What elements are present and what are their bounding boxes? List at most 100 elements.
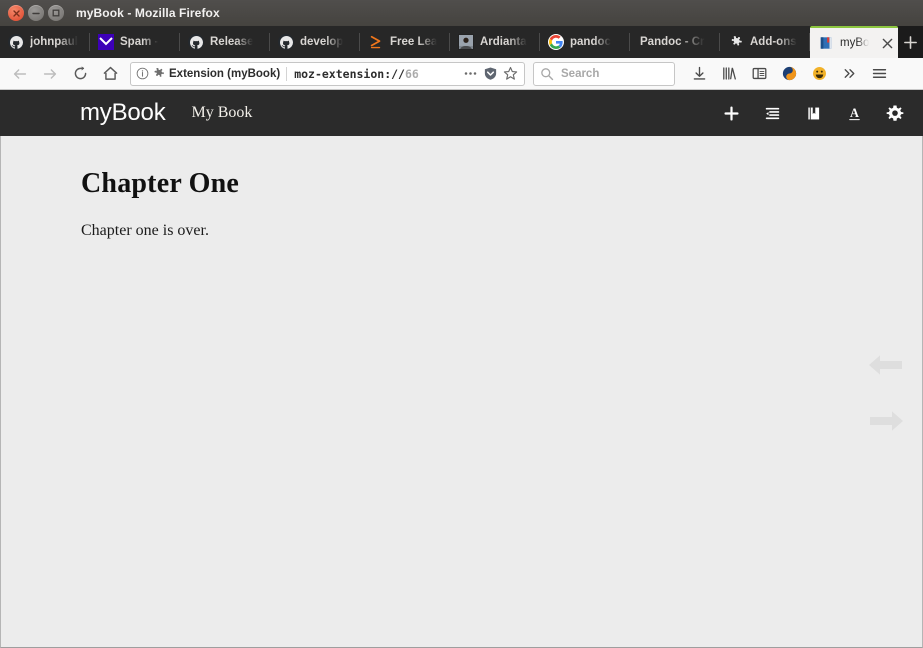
tab-develop[interactable]: develop: [270, 26, 360, 58]
book-save-icon: [805, 105, 822, 122]
search-icon: [540, 67, 554, 81]
url-bar[interactable]: Extension (myBook) moz-extension://66: [130, 62, 525, 86]
download-icon: [691, 65, 708, 82]
tab-label: pandoc: [570, 36, 611, 48]
account-button[interactable]: [805, 60, 833, 88]
contents-icon: [764, 105, 781, 122]
new-tab-button[interactable]: [898, 26, 923, 58]
github-icon: [8, 34, 24, 50]
chevron-double-right-icon: [841, 65, 858, 82]
tab-label: Release: [210, 36, 253, 48]
navigation-toolbar: Extension (myBook) moz-extension://66: [0, 58, 923, 90]
tab-strip: johnpaul Spam - Release develop: [0, 26, 923, 58]
reload-icon: [72, 65, 89, 82]
download-button[interactable]: [685, 60, 713, 88]
overflow-button[interactable]: [835, 60, 863, 88]
arrow-right-icon: [41, 65, 59, 83]
library-icon: [721, 65, 738, 82]
arrow-right-icon: [867, 406, 905, 436]
plus-icon: [723, 105, 740, 122]
tab-ardianta[interactable]: Ardianta: [450, 26, 540, 58]
tab-label: myBo: [840, 37, 869, 49]
book-content-area: Chapter One Chapter one is over.: [0, 136, 923, 648]
tab-pandoc-create[interactable]: Pandoc - Cr: [630, 26, 720, 58]
github-icon: [278, 34, 294, 50]
sidebar-icon: [751, 65, 768, 82]
app-header: myBook My Book: [0, 90, 923, 136]
tab-label: Spam -: [120, 36, 158, 48]
avatar-icon: [458, 34, 474, 50]
settings-button[interactable]: [885, 103, 905, 123]
pocket-button[interactable]: [775, 60, 803, 88]
close-tab-button[interactable]: [878, 34, 896, 52]
github-icon: [188, 34, 204, 50]
tab-spam[interactable]: Spam -: [90, 26, 180, 58]
tab-label: Pandoc - Cr: [640, 36, 705, 48]
shield-icon: [483, 66, 498, 81]
add-chapter-button[interactable]: [721, 103, 741, 123]
bookmark-button[interactable]: [500, 64, 520, 84]
sidebar-button[interactable]: [745, 60, 773, 88]
zeal-icon: [368, 34, 384, 50]
identity-label: Extension (myBook): [169, 68, 280, 80]
arrow-left-icon: [867, 350, 905, 380]
page-actions-button[interactable]: [460, 64, 480, 84]
tab-release[interactable]: Release: [180, 26, 270, 58]
minimize-icon: [32, 10, 40, 17]
tab-johnpaul[interactable]: johnpaul: [0, 26, 90, 58]
tab-label: Add-ons: [750, 36, 797, 48]
info-icon: [136, 67, 149, 80]
puzzle-icon: [728, 34, 744, 50]
tab-free-learning[interactable]: Free Lea: [360, 26, 450, 58]
previous-page-button[interactable]: [866, 348, 906, 382]
tab-add-ons[interactable]: Add-ons: [720, 26, 810, 58]
close-icon: [13, 10, 20, 17]
puzzle-icon: [152, 67, 166, 81]
home-icon: [102, 65, 119, 82]
close-window-button[interactable]: [8, 5, 24, 21]
pocket-icon: [781, 65, 798, 82]
menu-button[interactable]: [865, 60, 893, 88]
home-button[interactable]: [96, 60, 124, 88]
url-text: moz-extension://66: [294, 67, 460, 81]
svg-text:A: A: [850, 106, 859, 120]
tab-mybook[interactable]: myBo: [810, 26, 898, 58]
title-bar: myBook - Mozilla Firefox: [0, 0, 923, 26]
search-placeholder: Search: [561, 68, 599, 80]
identity-box[interactable]: Extension (myBook): [136, 67, 287, 81]
book-icon: [818, 35, 834, 51]
chapter-body-text: Chapter one is over.: [81, 222, 922, 240]
tab-pandoc-search[interactable]: pandoc: [540, 26, 630, 58]
tab-label: johnpaul: [30, 36, 78, 48]
window-title: myBook - Mozilla Firefox: [76, 6, 220, 20]
url-host: 66: [405, 67, 419, 81]
save-book-button[interactable]: [803, 103, 823, 123]
tab-label: Free Lea: [390, 36, 437, 48]
google-icon: [548, 34, 564, 50]
mail-icon: [98, 34, 114, 50]
ellipsis-icon: [463, 66, 478, 81]
star-icon: [503, 66, 518, 81]
font-settings-button[interactable]: A: [844, 103, 864, 123]
library-button[interactable]: [715, 60, 743, 88]
table-of-contents-button[interactable]: [762, 103, 782, 123]
close-icon: [882, 38, 893, 49]
tab-label: Ardianta: [480, 36, 527, 48]
pocket-save-button[interactable]: [480, 64, 500, 84]
maximize-window-button[interactable]: [48, 5, 64, 21]
book-title[interactable]: My Book: [192, 104, 253, 122]
smiley-icon: [811, 65, 828, 82]
browser-window: myBook - Mozilla Firefox johnpaul Spam -…: [0, 0, 923, 648]
plus-icon: [903, 35, 918, 50]
url-scheme: moz-extension://: [294, 67, 405, 81]
search-input[interactable]: Search: [533, 62, 675, 86]
arrow-left-icon: [11, 65, 29, 83]
next-page-button[interactable]: [866, 404, 906, 438]
maximize-icon: [52, 9, 60, 17]
forward-button[interactable]: [36, 60, 64, 88]
reload-button[interactable]: [66, 60, 94, 88]
back-button[interactable]: [6, 60, 34, 88]
minimize-window-button[interactable]: [28, 5, 44, 21]
window-controls: [0, 5, 64, 21]
app-brand[interactable]: myBook: [80, 99, 166, 127]
